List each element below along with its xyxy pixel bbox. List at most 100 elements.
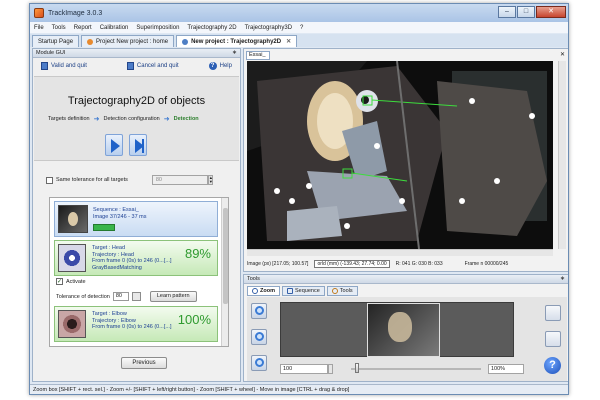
tools-help-icon[interactable]: ? bbox=[544, 357, 561, 374]
tab-label: Sequence bbox=[294, 288, 320, 294]
preview-frame[interactable] bbox=[367, 303, 440, 357]
title-bar: TrackImage 3.0.3 – □ ✕ bbox=[30, 4, 568, 22]
pin-icon[interactable]: ∗ bbox=[560, 275, 565, 284]
valid-and-quit-button[interactable]: Valid and quit bbox=[41, 62, 87, 70]
scrollbar-thumb[interactable] bbox=[223, 208, 228, 304]
end-bar bbox=[142, 139, 144, 153]
same-tolerance-input[interactable]: 80 bbox=[151, 175, 208, 185]
tab-zoom[interactable]: Zoom bbox=[247, 286, 280, 296]
help-button[interactable]: ? Help bbox=[208, 62, 232, 70]
cancel-and-quit-button[interactable]: Cancel and quit bbox=[126, 62, 179, 70]
play-button[interactable] bbox=[105, 134, 123, 156]
help-label: Help bbox=[219, 63, 232, 69]
targets-list[interactable]: Sequence : Essai_ Image 37/246 - 37 ms T… bbox=[49, 197, 229, 347]
tolerance-row: Tolerance of detection 80 Learn pattern bbox=[56, 291, 197, 302]
viewer-vertical-scrollbar[interactable] bbox=[558, 61, 566, 249]
crash-test-image[interactable] bbox=[247, 61, 553, 249]
image-coordinates: Image (px) [217.05; 100.57] bbox=[247, 261, 309, 267]
module-panel: Module GUI ∗ Valid and quit Cancel and q… bbox=[32, 48, 241, 382]
pick-button[interactable] bbox=[131, 292, 141, 301]
arrow-right-icon: ➜ bbox=[93, 116, 100, 123]
sequence-icon bbox=[286, 288, 293, 294]
crash-test-scene bbox=[247, 61, 553, 249]
close-button[interactable]: ✕ bbox=[536, 6, 566, 18]
viewer-horizontal-scrollbar[interactable] bbox=[247, 249, 553, 256]
menu-report[interactable]: Report bbox=[74, 25, 92, 31]
menu-trajectography2d[interactable]: Trajectography 2D bbox=[187, 25, 236, 31]
maximize-button[interactable]: □ bbox=[517, 6, 535, 18]
zoom-value-input[interactable]: 100 bbox=[280, 364, 328, 374]
frame-number: Frame n 00000/245 bbox=[464, 261, 509, 267]
page-title: Trajectography2D of objects bbox=[67, 95, 206, 107]
target-card-head[interactable]: Target : Head Trajectory : Head From fra… bbox=[54, 240, 218, 276]
tab-label: Startup Page bbox=[38, 38, 74, 45]
pin-icon[interactable]: ∗ bbox=[232, 49, 237, 58]
zoom-out-button[interactable] bbox=[251, 329, 267, 345]
module-header-label: Module GUI bbox=[36, 50, 66, 56]
activate-checkbox[interactable] bbox=[56, 278, 63, 285]
learn-pattern-button[interactable]: Learn pattern bbox=[149, 291, 197, 302]
tab-label: Tools bbox=[339, 288, 353, 294]
menu-file[interactable]: File bbox=[34, 25, 44, 31]
tab-sequence[interactable]: Sequence bbox=[281, 286, 325, 296]
tools-icon bbox=[331, 288, 338, 294]
play-to-end-button[interactable] bbox=[129, 134, 147, 156]
module-header: Module GUI ∗ bbox=[33, 49, 240, 58]
tab-label: New project : Trajectography2D bbox=[191, 38, 282, 45]
sequence-tab[interactable]: Essai_ bbox=[246, 51, 270, 60]
target-frames: From frame 0 (0s) to 246 (0...[...] bbox=[92, 258, 172, 264]
menu-tools[interactable]: Tools bbox=[52, 25, 66, 31]
menu-help[interactable]: ? bbox=[300, 25, 303, 31]
document-tabs: Startup Page Project New project : home … bbox=[30, 34, 568, 47]
zoom-in-icon bbox=[255, 306, 264, 315]
targets-scrollbar[interactable] bbox=[221, 198, 228, 346]
same-tolerance-checkbox[interactable] bbox=[46, 176, 53, 184]
tab-close-icon[interactable]: ✕ bbox=[286, 38, 291, 45]
tolerance-label: Tolerance of detection bbox=[56, 293, 110, 300]
sequence-thumbnail bbox=[58, 205, 88, 233]
zoom-in-button[interactable] bbox=[251, 303, 267, 319]
tab-trajectography2d[interactable]: New project : Trajectography2D ✕ bbox=[176, 35, 298, 47]
previous-button[interactable]: Previous bbox=[121, 357, 167, 369]
arrow-right-icon: ➜ bbox=[163, 116, 170, 123]
wizard-header: Trajectography2D of objects Targets defi… bbox=[34, 76, 239, 161]
sequence-card[interactable]: Sequence : Essai_ Image 37/246 - 37 ms bbox=[54, 201, 218, 237]
play-icon bbox=[111, 139, 120, 153]
fit-page-button[interactable] bbox=[545, 331, 561, 347]
cancel-label: Cancel and quit bbox=[136, 63, 179, 69]
tools-tabs: Zoom Sequence Tools bbox=[247, 286, 358, 296]
tab-startup-page[interactable]: Startup Page bbox=[32, 35, 80, 47]
zoom-reset-button[interactable] bbox=[251, 355, 267, 371]
sequence-info: Sequence : Essai_ Image 37/246 - 37 ms bbox=[93, 207, 147, 221]
zoom-percent-select[interactable]: 100% bbox=[488, 364, 524, 374]
zoom-slider-handle[interactable] bbox=[355, 363, 359, 373]
zoom-spinner[interactable] bbox=[328, 364, 333, 374]
module-actions: Valid and quit Cancel and quit ? Help bbox=[33, 58, 240, 74]
target-method: GrayBasedMatching bbox=[92, 264, 142, 271]
tab-project-home[interactable]: Project New project : home bbox=[81, 35, 175, 47]
world-coordinates: orld (mm) (-139.43; 27.74; 0.00 bbox=[314, 260, 390, 268]
menu-trajectography3d[interactable]: Trajectography3D bbox=[245, 25, 292, 31]
tab-label: Project New project : home bbox=[96, 38, 169, 45]
tools-header-label: Tools bbox=[247, 276, 260, 282]
zoom-preview[interactable] bbox=[280, 302, 514, 357]
same-tolerance-spinner[interactable]: ▲ ▼ bbox=[207, 175, 213, 185]
tolerance-input[interactable]: 80 bbox=[112, 292, 129, 301]
app-icon bbox=[34, 8, 44, 18]
tools-panel: Tools ∗ Zoom Sequence Tools ? 100 100% bbox=[243, 274, 568, 382]
project-icon bbox=[87, 38, 94, 45]
tab-tools[interactable]: Tools bbox=[326, 286, 358, 296]
trajectography-icon bbox=[182, 38, 189, 45]
app-window: TrackImage 3.0.3 – □ ✕ File Tools Report… bbox=[29, 3, 569, 395]
menu-calibration[interactable]: Calibration bbox=[100, 25, 129, 31]
fit-width-button[interactable] bbox=[545, 305, 561, 321]
minimize-button[interactable]: – bbox=[498, 6, 516, 18]
menu-superimposition[interactable]: Superimposition bbox=[136, 25, 179, 31]
viewer-close-icon[interactable]: ✕ bbox=[560, 51, 565, 58]
zoom-slider[interactable] bbox=[351, 368, 481, 370]
target-card-elbow[interactable]: Target : Elbow Trajectory : Elbow From f… bbox=[54, 306, 218, 342]
same-tolerance-label: Same tolerance for all targets bbox=[56, 177, 128, 183]
activate-label: Activate bbox=[66, 278, 86, 285]
help-icon: ? bbox=[208, 62, 217, 70]
wizard-steps: Targets definition ➜ Detection configura… bbox=[48, 115, 199, 123]
